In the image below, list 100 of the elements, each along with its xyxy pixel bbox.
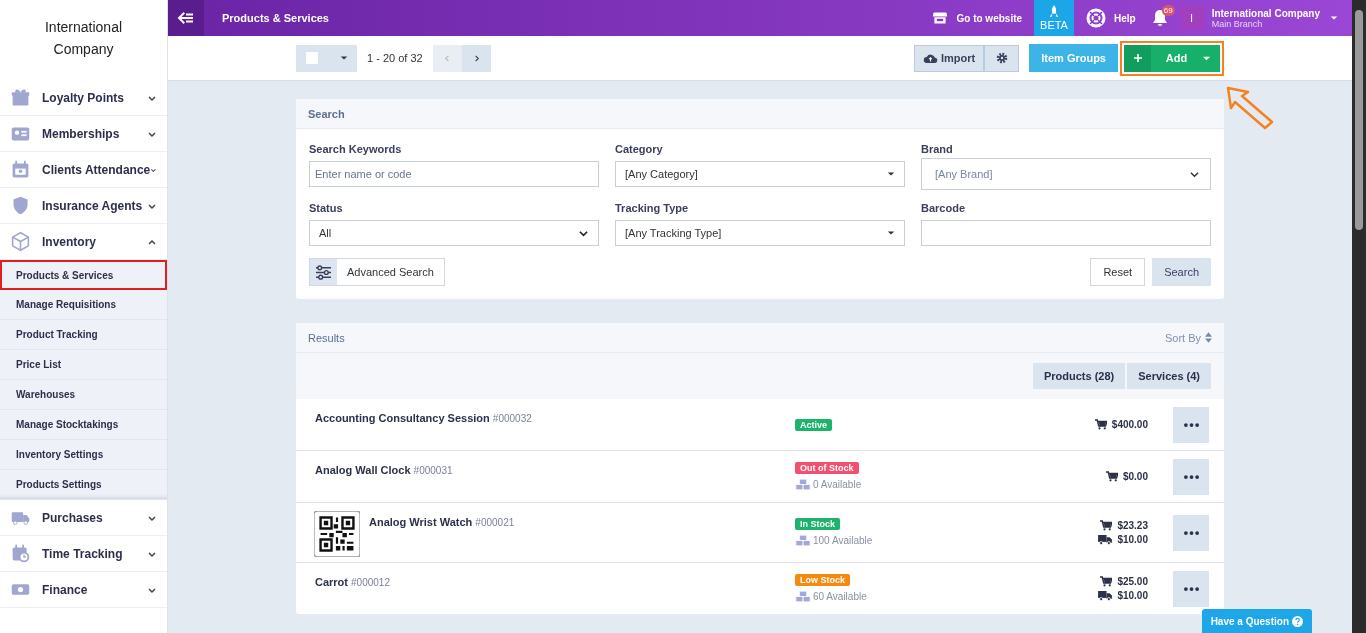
- ellipsis-icon: [1183, 422, 1199, 427]
- submenu-item[interactable]: Product Tracking: [0, 320, 167, 350]
- menu-item[interactable]: Purchases: [0, 500, 167, 536]
- dropdown-field[interactable]: [Any Tracking Type]: [615, 220, 905, 246]
- dropdown-field[interactable]: All: [309, 220, 599, 246]
- product-name[interactable]: Carrot #000012: [315, 576, 390, 588]
- menu-item[interactable]: Time Tracking: [0, 536, 167, 572]
- submenu-item[interactable]: Price List: [0, 350, 167, 380]
- filter-tab[interactable]: Products (28): [1032, 363, 1126, 389]
- question-icon: [1292, 615, 1303, 627]
- more-options-button[interactable]: [1173, 406, 1209, 443]
- reset-button[interactable]: Reset: [1090, 258, 1146, 286]
- cart-icon: [1100, 576, 1113, 587]
- result-row[interactable]: Analog Wall Clock #000031 Out of Stock 0 Available $0.00: [296, 451, 1224, 503]
- product-name[interactable]: Analog Wrist Watch #000021: [369, 516, 515, 528]
- sort-icon: [1205, 332, 1212, 343]
- calendar-clock-icon: [10, 543, 31, 564]
- available-quantity: 0 Available: [813, 479, 862, 490]
- truck-icon: [1098, 590, 1113, 601]
- submenu-item[interactable]: Warehouses: [0, 380, 167, 410]
- search-button[interactable]: Search: [1152, 258, 1211, 286]
- menu-item[interactable]: Clients Attendance: [0, 152, 167, 188]
- notifications-button[interactable]: 69: [1147, 0, 1172, 36]
- help-link[interactable]: Help: [1085, 8, 1136, 28]
- arrow-left-icon: [177, 11, 195, 25]
- calendar-icon: [10, 159, 31, 180]
- advanced-search-button[interactable]: Advanced Search: [309, 258, 445, 286]
- field-label: Search Keywords: [309, 143, 403, 155]
- available-quantity: 60 Available: [813, 591, 867, 602]
- user-avatar: I: [1179, 6, 1204, 30]
- price: $23.23: [1117, 520, 1148, 531]
- boxes-icon: [795, 590, 811, 603]
- chevron-left-icon: [442, 53, 452, 63]
- box-icon: [10, 231, 31, 252]
- product-name[interactable]: Accounting Consultancy Session #000032: [315, 412, 532, 424]
- caret-down-icon: [1330, 14, 1338, 22]
- status-badge: In Stock: [795, 518, 840, 530]
- price: $0.00: [1122, 471, 1148, 482]
- field-label: Tracking Type: [615, 202, 690, 214]
- plus-icon: [1132, 53, 1143, 63]
- field-label: Barcode: [921, 202, 967, 214]
- go-to-website-link[interactable]: Go to website: [932, 11, 1023, 25]
- submenu-item[interactable]: Products & Services: [0, 260, 167, 290]
- scrollbar[interactable]: [1352, 0, 1366, 633]
- boxes-icon: [795, 478, 811, 491]
- sliders-icon: [315, 264, 332, 280]
- page-title: Products & Services: [222, 12, 329, 24]
- branch-name: Main Branch: [1211, 18, 1264, 29]
- menu-item[interactable]: Inventory: [0, 224, 167, 260]
- input-field[interactable]: [921, 220, 1211, 246]
- qr-code-thumbnail: [314, 511, 360, 557]
- cart-icon: [1105, 471, 1118, 482]
- price: $10.00: [1117, 590, 1148, 601]
- more-options-button[interactable]: [1173, 570, 1209, 607]
- submenu-item[interactable]: Inventory Settings: [0, 440, 167, 470]
- status-badge: Low Stock: [795, 574, 850, 586]
- cart-icon: [1094, 419, 1107, 430]
- dropdown-field[interactable]: [Any Category]: [615, 161, 905, 187]
- back-button[interactable]: [168, 0, 204, 36]
- result-row[interactable]: Accounting Consultancy Session #000032 Active $400.00: [296, 399, 1224, 451]
- import-button[interactable]: Import: [913, 44, 985, 72]
- cloud-upload-icon: [922, 52, 938, 64]
- ellipsis-icon: [1183, 530, 1199, 535]
- menu-item[interactable]: Finance: [0, 572, 167, 608]
- settings-button[interactable]: [984, 44, 1020, 72]
- submenu-item[interactable]: Manage Requisitions: [0, 290, 167, 320]
- price: $400.00: [1111, 419, 1148, 430]
- status-badge: Out of Stock: [795, 462, 859, 474]
- truck-icon: [1098, 534, 1113, 545]
- submenu-item[interactable]: Products Settings: [0, 470, 167, 500]
- caret-down-icon: [340, 54, 348, 62]
- pointer-arrow-drawing: [1225, 84, 1275, 131]
- more-options-button[interactable]: [1173, 514, 1209, 551]
- price: $25.00: [1117, 576, 1148, 587]
- more-options-button[interactable]: [1173, 458, 1209, 495]
- menu-item[interactable]: Memberships: [0, 116, 167, 152]
- lifebuoy-icon: [1085, 8, 1106, 28]
- company-name: International Company: [43, 18, 124, 59]
- status-badge: Active: [795, 418, 832, 431]
- user-menu[interactable]: I International Company Main Branch: [1179, 6, 1338, 30]
- cart-icon: [1100, 520, 1113, 531]
- field-label: Status: [309, 202, 344, 214]
- panel-title: Search: [296, 99, 1224, 129]
- pagination-range: 1 - 20 of 32: [367, 52, 423, 64]
- chevron-down-icon: [578, 228, 589, 238]
- price: $10.00: [1117, 534, 1148, 545]
- product-name[interactable]: Analog Wall Clock #000031: [315, 464, 453, 476]
- checkbox[interactable]: [306, 52, 318, 64]
- panel-title: Results: [308, 331, 345, 344]
- ellipsis-icon: [1183, 474, 1199, 479]
- input-field[interactable]: Enter name or code: [309, 161, 599, 187]
- menu-item[interactable]: Insurance Agents: [0, 188, 167, 224]
- menu-item[interactable]: Loyalty Points: [0, 80, 167, 116]
- dropdown-field[interactable]: [Any Brand]: [921, 158, 1211, 190]
- field-label: Brand: [921, 143, 954, 155]
- gift-icon: [10, 87, 31, 108]
- ellipsis-icon: [1183, 586, 1199, 591]
- result-row[interactable]: Analog Wrist Watch #000021 In Stock 100 Available $23.23 $10.00: [296, 503, 1224, 563]
- filter-tab[interactable]: Services (4): [1127, 363, 1211, 389]
- submenu-item[interactable]: Manage Stocktakings: [0, 410, 167, 440]
